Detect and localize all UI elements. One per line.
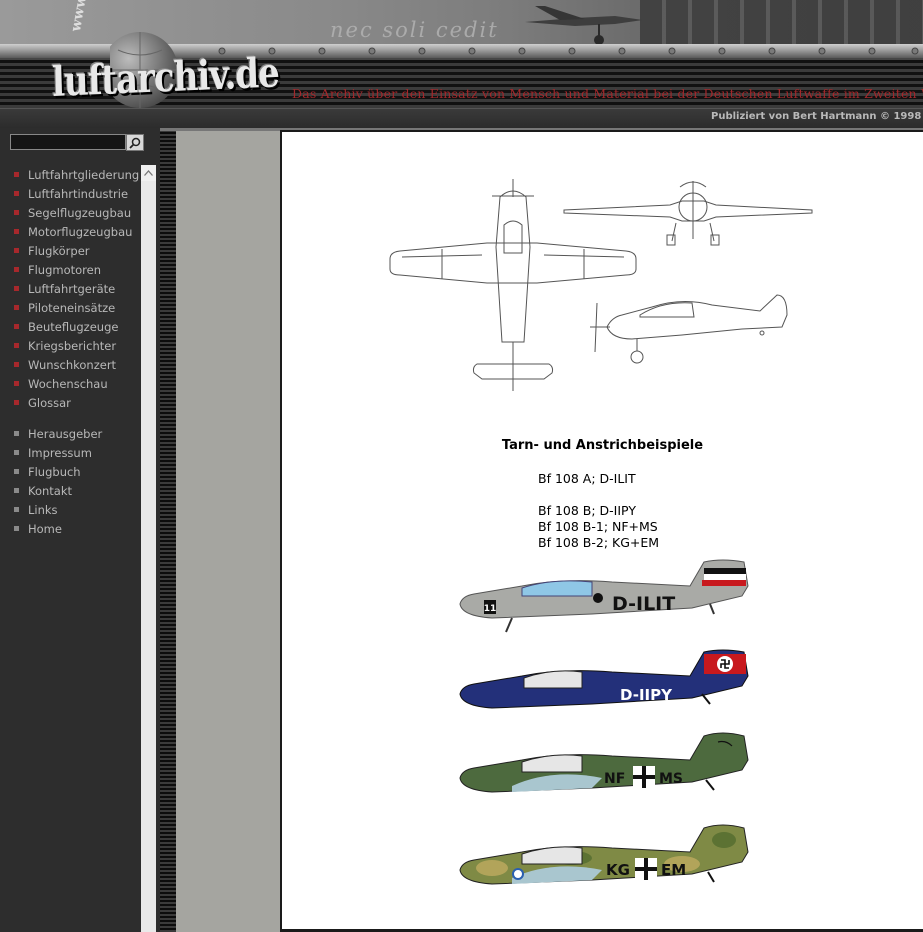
- nav-item-label: Flugmotoren: [28, 262, 102, 277]
- search-button[interactable]: [126, 134, 144, 151]
- bullet-icon: [14, 191, 19, 196]
- bullet-icon: [14, 400, 19, 405]
- nav-item-label: Luftfahrtgeräte: [28, 281, 116, 296]
- nav-item-label: Segelflugzeugbau: [28, 205, 132, 220]
- sidebar-scrollbar[interactable]: [141, 165, 156, 932]
- bullet-icon: [14, 229, 19, 234]
- balkenkreuz-icon: [635, 858, 657, 880]
- nav-item-luftfahrtgeraete[interactable]: Luftfahrtgeräte: [0, 279, 141, 298]
- bullet-icon: [14, 507, 19, 512]
- profile-code-right: MS: [659, 771, 683, 787]
- nav-item-label: Home: [28, 521, 62, 536]
- nav-item-label: Luftfahrtindustrie: [28, 186, 129, 201]
- nav-item-impressum[interactable]: Impressum: [0, 443, 141, 462]
- profile-code-left: KG: [606, 861, 630, 879]
- bullet-icon: [14, 362, 19, 367]
- nav-item-kontakt[interactable]: Kontakt: [0, 481, 141, 500]
- nav-item-wunschkonzert[interactable]: Wunschkonzert: [0, 355, 141, 374]
- nav-item-label: Beuteflugzeuge: [28, 319, 119, 334]
- nav-item-kriegsberichter[interactable]: Kriegsberichter: [0, 336, 141, 355]
- bullet-icon: [14, 450, 19, 455]
- aircraft-profile-nf-ms: NF MS: [459, 732, 749, 793]
- sidebar-nav: Luftfahrtgliederung Luftfahrtindustrie S…: [0, 165, 141, 538]
- nav-item-label: Flugbuch: [28, 464, 81, 479]
- nav-item-label: Luftfahrtgliederung: [28, 167, 140, 182]
- front-view-drawing: [563, 181, 813, 246]
- plane-photo-icon: [525, 6, 643, 45]
- variant-label: Bf 108 B-1; NF+MS: [538, 519, 658, 534]
- nav-item-label: Piloteneinsätze: [28, 300, 116, 315]
- nav-item-links[interactable]: Links: [0, 500, 141, 519]
- bullet-icon: [14, 488, 19, 493]
- profile-registration: D-ILIT: [612, 593, 675, 615]
- search-icon: [129, 137, 141, 149]
- nav-divider: [0, 412, 141, 424]
- nav-item-flugmotoren[interactable]: Flugmotoren: [0, 260, 141, 279]
- nav-item-beuteflugzeuge[interactable]: Beuteflugzeuge: [0, 317, 141, 336]
- bullet-icon: [14, 210, 19, 215]
- bullet-icon: [14, 431, 19, 436]
- chevron-up-icon: [144, 170, 153, 176]
- variant-label: Bf 108 A; D-ILIT: [538, 471, 636, 486]
- site-header: nec soli cedit Das Archiv über den Einsa…: [0, 0, 923, 128]
- nav-item-label: Herausgeber: [28, 426, 103, 441]
- profile-code-right: EM: [661, 861, 686, 879]
- aircraft-profile-d-iipy: D-IIPY: [459, 649, 749, 709]
- nav-item-wochenschau[interactable]: Wochenschau: [0, 374, 141, 393]
- scroll-track[interactable]: [141, 181, 156, 932]
- scroll-up-button[interactable]: [141, 165, 156, 181]
- search-input[interactable]: [10, 134, 126, 150]
- nav-item-piloteneinsaetze[interactable]: Piloteneinsätze: [0, 298, 141, 317]
- bullet-icon: [14, 286, 19, 291]
- frame-border: [160, 128, 176, 932]
- bullet-icon: [14, 526, 19, 531]
- variant-label: Bf 108 B-2; KG+EM: [538, 535, 660, 550]
- bullet-icon: [14, 172, 19, 177]
- nav-item-luftfahrtindustrie[interactable]: Luftfahrtindustrie: [0, 184, 141, 203]
- bullet-icon: [14, 324, 19, 329]
- site-logo[interactable]: luftarchiv.de: [51, 49, 279, 106]
- bullet-icon: [14, 305, 19, 310]
- nav-item-label: Motorflugzeugbau: [28, 224, 133, 239]
- nav-item-label: Kontakt: [28, 483, 73, 498]
- nav-item-flugkoerper[interactable]: Flugkörper: [0, 241, 141, 260]
- profile-number: 11: [484, 604, 497, 614]
- nav-item-motorflugzeugbau[interactable]: Motorflugzeugbau: [0, 222, 141, 241]
- bullet-icon: [14, 343, 19, 348]
- bullet-icon: [14, 381, 19, 386]
- nav-item-label: Wochenschau: [28, 376, 108, 391]
- nav-item-label: Wunschkonzert: [28, 357, 117, 372]
- content-panel: Tarn- und Anstrichbeispiele Bf 108 A; D-…: [280, 130, 923, 932]
- publisher-text: Publiziert von Bert Hartmann © 1998 - 20…: [711, 111, 923, 122]
- profile-code-left: NF: [604, 771, 625, 787]
- content-margin: [176, 131, 280, 932]
- profile-registration: D-IIPY: [620, 686, 673, 704]
- side-view-drawing: [590, 294, 788, 364]
- nav-item-label: Impressum: [28, 445, 92, 460]
- variant-label: Bf 108 B; D-IIPY: [538, 503, 636, 518]
- top-view-drawing: [389, 179, 637, 391]
- bullet-icon: [14, 267, 19, 272]
- nav-item-segelflugzeugbau[interactable]: Segelflugzeugbau: [0, 203, 141, 222]
- bullet-icon: [14, 469, 19, 474]
- balkenkreuz-icon: [633, 766, 655, 788]
- nav-item-luftfahrtgliederung[interactable]: Luftfahrtgliederung: [0, 165, 141, 184]
- nav-item-label: Links: [28, 502, 58, 517]
- nav-item-flugbuch[interactable]: Flugbuch: [0, 462, 141, 481]
- nav-item-label: Kriegsberichter: [28, 338, 117, 353]
- nav-item-label: Flugkörper: [28, 243, 90, 258]
- nav-item-herausgeber[interactable]: Herausgeber: [0, 424, 141, 443]
- three-view-drawing: [389, 179, 813, 391]
- sidebar: Luftfahrtgliederung Luftfahrtindustrie S…: [0, 128, 160, 932]
- nav-item-home[interactable]: Home: [0, 519, 141, 538]
- hangar-photo: [640, 0, 923, 48]
- nav-item-label: Glossar: [28, 395, 71, 410]
- section-title: Tarn- und Anstrichbeispiele: [501, 438, 704, 453]
- aircraft-profile-d-ilit: 11 D-ILIT: [459, 559, 749, 633]
- aircraft-profile-kg-em: KG EM: [459, 824, 749, 885]
- site-motto: nec soli cedit: [330, 18, 499, 42]
- nav-item-glossar[interactable]: Glossar: [0, 393, 141, 412]
- bullet-icon: [14, 248, 19, 253]
- site-tagline: Das Archiv über den Einsatz von Mensch u…: [292, 86, 923, 101]
